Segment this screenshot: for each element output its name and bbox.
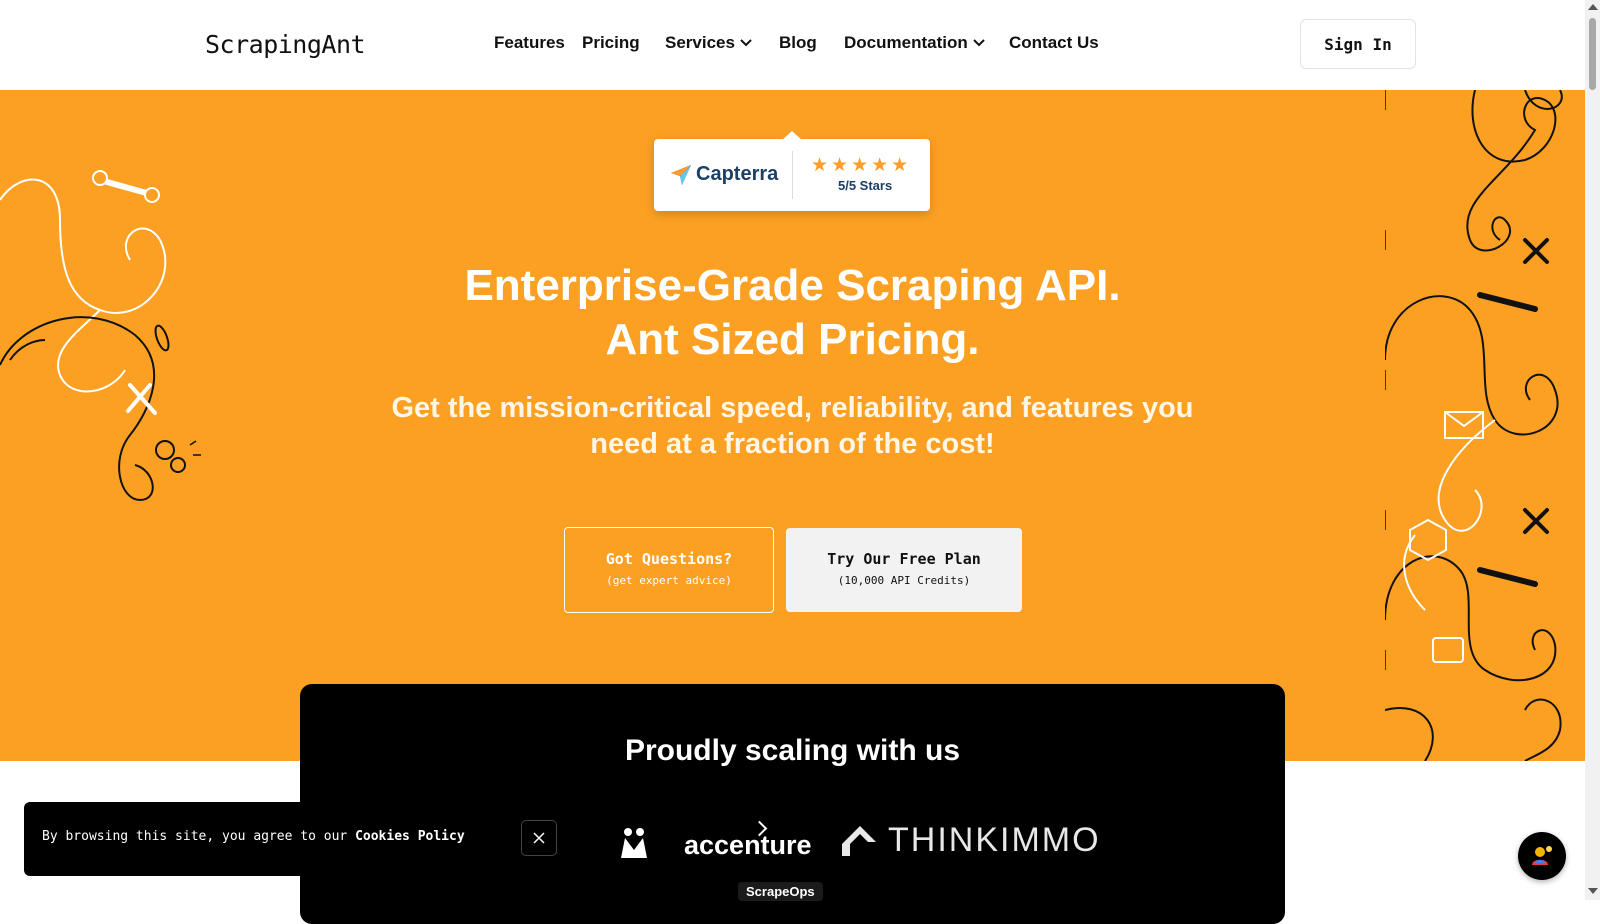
cookies-policy-link[interactable]: Cookies Policy — [355, 829, 465, 844]
nav-contact-us[interactable]: Contact Us — [1009, 33, 1099, 53]
client-accenture-logo: accenture — [684, 830, 812, 860]
page-scrollbar[interactable] — [1585, 0, 1600, 900]
got-questions-sublabel: (get expert advice) — [606, 574, 732, 587]
clients-title: Proudly scaling with us — [624, 734, 961, 767]
chat-widget-button[interactable] — [1518, 832, 1566, 880]
got-questions-button[interactable]: Got Questions? (get expert advice) — [564, 527, 774, 613]
thinkimmo-wordmark: THINKIMMO — [888, 821, 1101, 859]
client-thinkimmo-logo: THINKIMMO — [840, 821, 1101, 860]
cookie-close-button[interactable] — [521, 820, 557, 856]
chevron-down-icon — [973, 39, 985, 47]
sign-in-button[interactable]: Sign In — [1300, 19, 1416, 69]
hero-subtitle: Get the mission-critical speed, reliabil… — [391, 392, 1194, 460]
cookie-message: By browsing this site, you agree to our — [42, 829, 356, 844]
nav-documentation[interactable]: Documentation — [844, 33, 985, 53]
nav-services-label: Services — [665, 33, 735, 52]
chevron-down-icon — [740, 39, 752, 47]
doodle-right-illustration — [1385, 90, 1563, 761]
nav-contact-label: Contact Us — [1009, 33, 1099, 52]
scrollbar-thumb[interactable] — [1589, 18, 1596, 90]
hero-headline-line2: Ant Sized Pricing. — [605, 315, 980, 364]
nav-pricing-label: Pricing — [582, 33, 640, 52]
cookie-banner: By browsing this site, you agree to our … — [24, 802, 577, 876]
hero-headline: Enterprise-Grade Scraping API. Ant Sized… — [0, 259, 1585, 367]
nav-blog-label: Blog — [779, 33, 817, 52]
try-free-plan-sublabel: (10,000 API Credits) — [837, 574, 971, 587]
capterra-logo: Capterra — [670, 163, 778, 186]
brand-logo[interactable]: ScrapingAnt — [205, 30, 366, 59]
nav-pricing[interactable]: Pricing — [582, 33, 640, 53]
thinkimmo-roof-icon — [842, 825, 876, 856]
try-free-plan-label: Try Our Free Plan — [827, 550, 981, 568]
navbar: ScrapingAnt Features Pricing Services Bl… — [0, 0, 1585, 91]
chat-avatar-icon — [1532, 846, 1552, 865]
nav-services[interactable]: Services — [665, 33, 752, 53]
rating-stars: ★★★★★ — [811, 154, 912, 176]
scroll-up-arrow-icon[interactable] — [1588, 4, 1598, 10]
client-scrapeops-logo: ScrapeOps — [738, 882, 823, 901]
capterra-arrow-icon — [671, 164, 691, 185]
badge-caret — [782, 131, 802, 140]
try-free-plan-button[interactable]: Try Our Free Plan (10,000 API Credits) — [786, 528, 1022, 612]
capterra-rating-badge[interactable]: Capterra ★★★★★ 5/5 Stars — [654, 131, 930, 211]
scroll-down-arrow-icon[interactable] — [1588, 888, 1598, 894]
cookie-text: By browsing this site, you agree to our … — [42, 829, 465, 844]
rating-label: 5/5 Stars — [838, 178, 893, 193]
nav-blog[interactable]: Blog — [779, 33, 817, 53]
close-icon — [533, 832, 545, 844]
nav-documentation-label: Documentation — [844, 33, 968, 52]
hero-headline-line1: Enterprise-Grade Scraping API. — [464, 261, 1121, 310]
nav-features[interactable]: Features — [494, 33, 565, 53]
client-m-logo-icon — [621, 828, 647, 858]
nav-features-label: Features — [494, 33, 565, 52]
badge-divider — [792, 151, 793, 199]
hero-section: Capterra ★★★★★ 5/5 Stars Enterprise-Grad… — [0, 90, 1585, 761]
capterra-name: Capterra — [696, 163, 779, 185]
got-questions-label: Got Questions? — [605, 550, 733, 568]
